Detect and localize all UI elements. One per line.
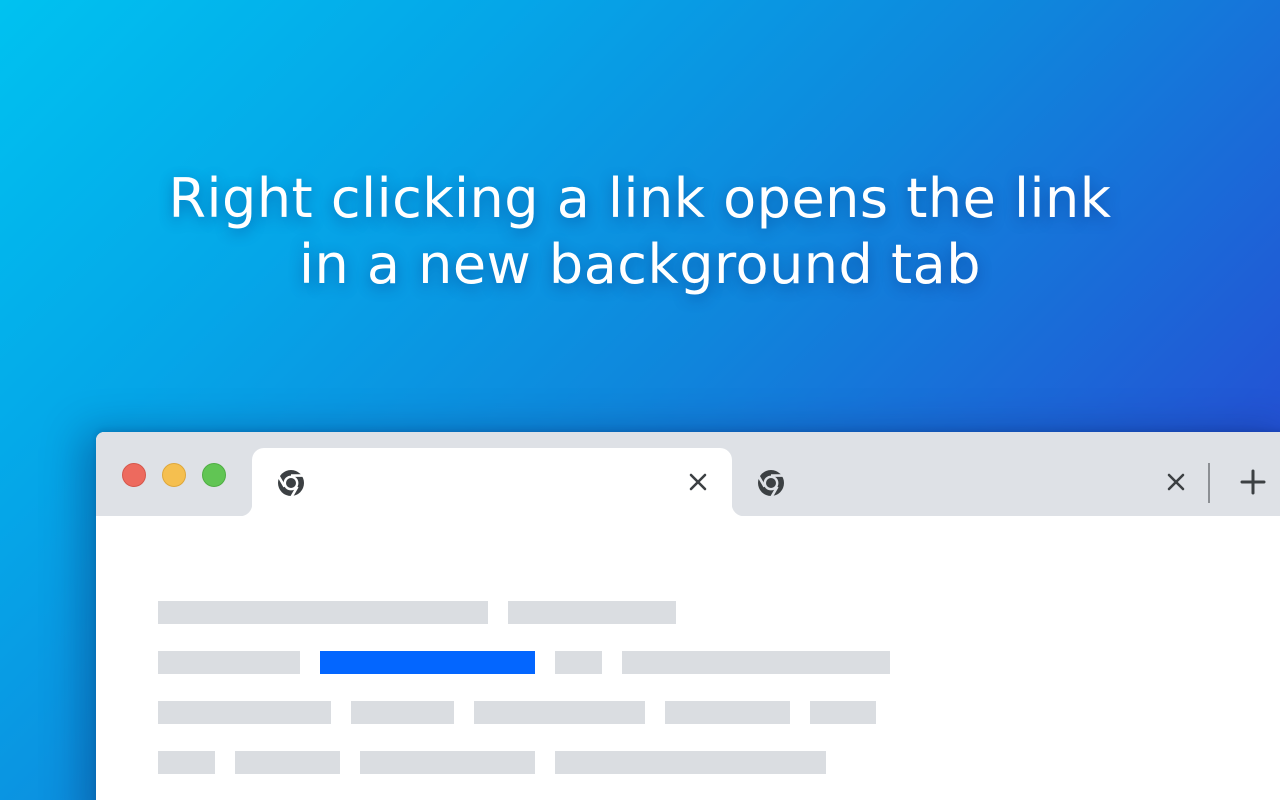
text-placeholder [158, 651, 300, 674]
text-placeholder [235, 751, 340, 774]
chrome-icon [757, 470, 784, 498]
tab-active[interactable] [240, 448, 744, 516]
tab-separator [1208, 463, 1210, 503]
close-icon[interactable] [1162, 468, 1190, 496]
text-placeholder [474, 701, 645, 724]
close-icon[interactable] [684, 468, 712, 496]
browser-window [96, 432, 1280, 800]
window-maximize-button[interactable] [202, 463, 226, 487]
text-placeholder [351, 701, 454, 724]
text-placeholder [555, 651, 602, 674]
page-content [96, 516, 1280, 800]
text-placeholder [555, 751, 826, 774]
text-placeholder [158, 601, 488, 624]
headline-line-2: in a new background tab [298, 233, 982, 296]
highlighted-link[interactable] [320, 651, 535, 674]
text-placeholder [360, 751, 535, 774]
plus-icon[interactable] [1238, 467, 1268, 497]
text-placeholder [622, 651, 890, 674]
headline-line-1: Right clicking a link opens the link [168, 167, 1112, 230]
text-placeholder [508, 601, 676, 624]
text-placeholder [158, 751, 215, 774]
tab-background[interactable] [732, 448, 1210, 516]
tab-strip [96, 432, 1280, 516]
window-minimize-button[interactable] [162, 463, 186, 487]
headline: Right clicking a link opens the link in … [0, 166, 1280, 298]
text-placeholder [810, 701, 876, 724]
text-placeholder [665, 701, 790, 724]
text-placeholder [158, 701, 331, 724]
chrome-icon [277, 470, 304, 498]
window-close-button[interactable] [122, 463, 146, 487]
